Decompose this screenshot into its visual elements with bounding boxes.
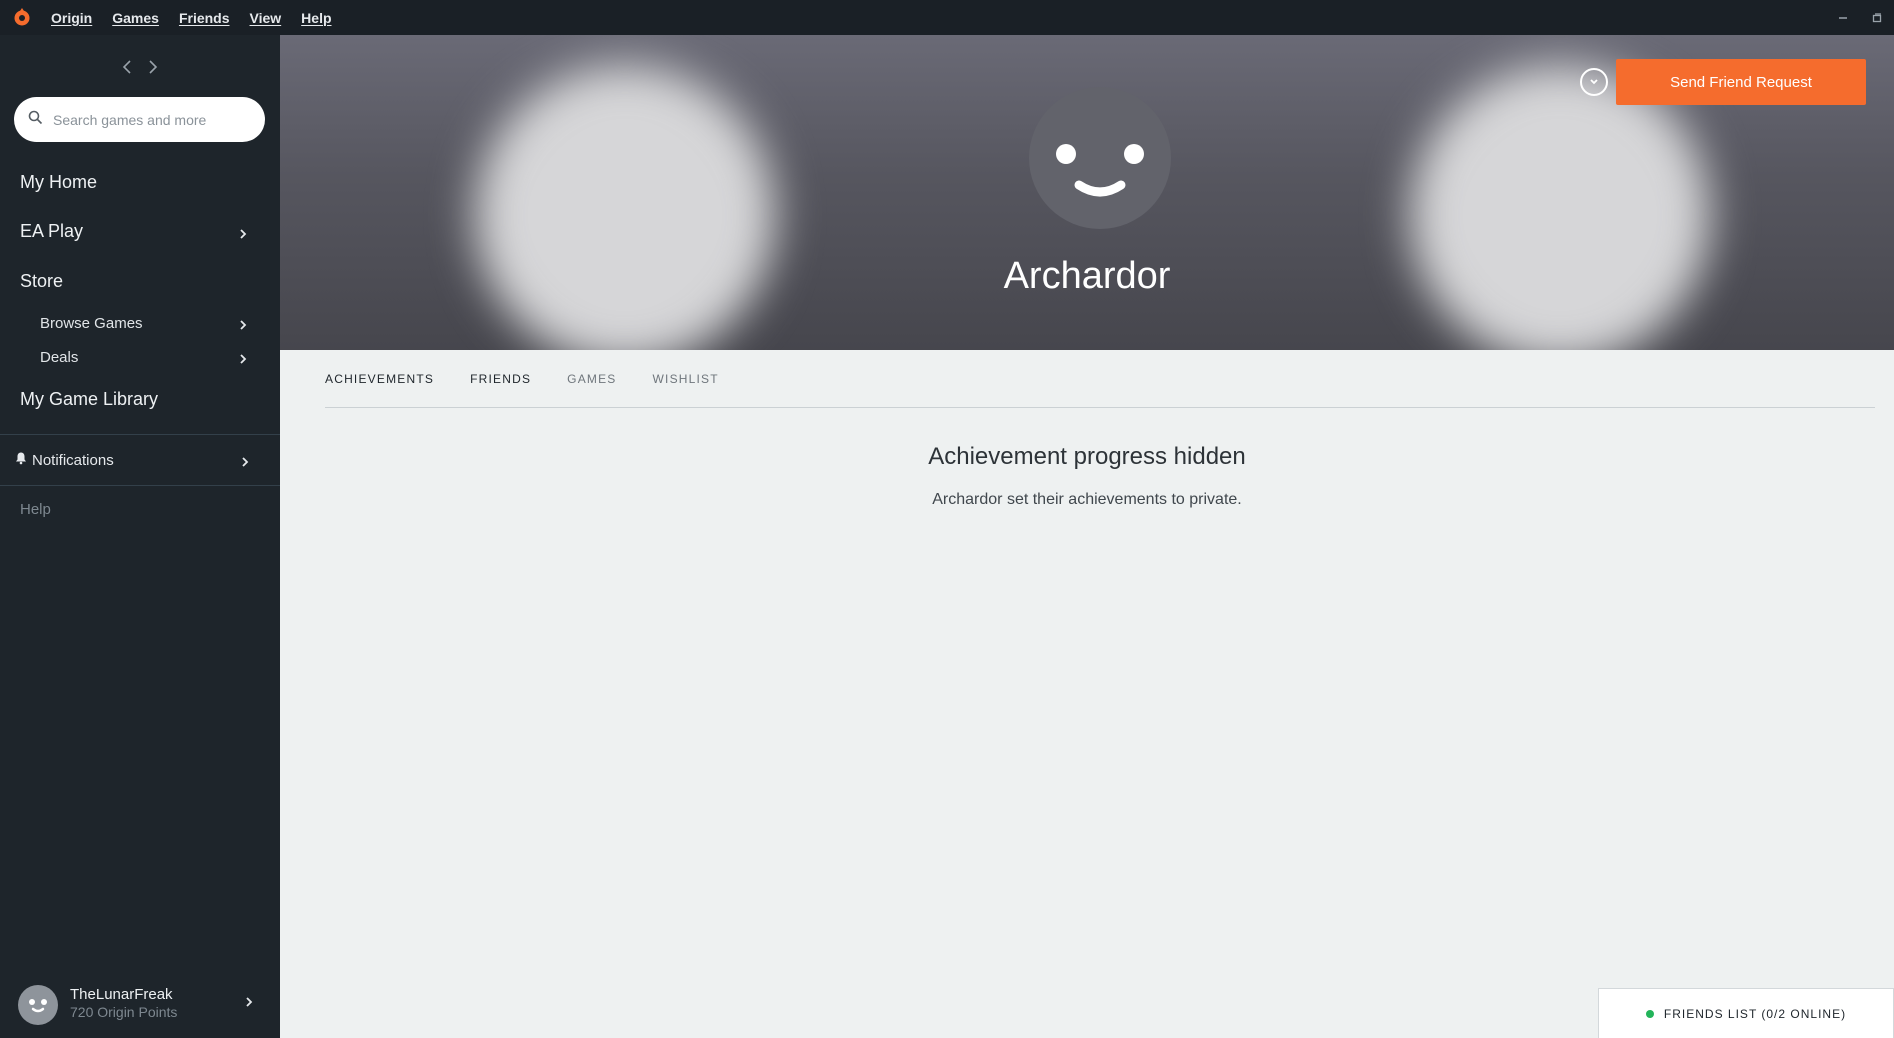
chevron-right-icon[interactable] <box>240 455 250 467</box>
avatar <box>18 985 58 1025</box>
menu-friends[interactable]: Friends <box>179 10 230 26</box>
bell-icon <box>14 451 28 469</box>
send-friend-request-button[interactable]: Send Friend Request <box>1616 59 1866 105</box>
user-name: TheLunarFreak <box>70 986 173 1003</box>
search-box[interactable] <box>14 97 265 142</box>
user-panel[interactable]: TheLunarFreak 720 Origin Points <box>18 978 278 1038</box>
back-arrow-icon[interactable] <box>120 55 134 79</box>
friends-list-button[interactable]: FRIENDS LIST (0/2 ONLINE) <box>1598 988 1894 1038</box>
tab-wishlist[interactable]: WISHLIST <box>653 364 719 407</box>
origin-logo-icon[interactable] <box>11 7 33 29</box>
tab-achievements[interactable]: ACHIEVEMENTS <box>325 364 434 407</box>
sidebar-item-ea-play[interactable]: EA Play <box>20 221 83 242</box>
menu-help[interactable]: Help <box>301 10 331 26</box>
friends-list-label: FRIENDS LIST (0/2 ONLINE) <box>1663 1006 1847 1021</box>
menu-games[interactable]: Games <box>112 10 159 26</box>
tab-friends[interactable]: FRIENDS <box>470 364 531 407</box>
chevron-right-icon[interactable] <box>238 352 248 364</box>
search-input[interactable] <box>53 111 243 128</box>
online-status-dot <box>1645 1009 1654 1018</box>
sidebar-item-deals[interactable]: Deals <box>40 349 78 366</box>
profile-options-button[interactable] <box>1580 68 1608 96</box>
sidebar-item-my-home[interactable]: My Home <box>20 172 97 193</box>
achievements-hidden-title: Achievement progress hidden <box>928 443 1246 470</box>
sidebar-item-help[interactable]: Help <box>20 501 51 518</box>
sidebar-divider <box>0 434 280 435</box>
menu-origin[interactable]: Origin <box>51 10 92 26</box>
sidebar-divider <box>0 485 280 486</box>
profile-name: Archardor <box>1003 255 1171 297</box>
sidebar: My Home EA Play Store Browse Games Deals… <box>0 35 280 1038</box>
user-points: 720 Origin Points <box>70 1004 178 1020</box>
sidebar-item-notifications[interactable]: Notifications <box>14 451 114 469</box>
sidebar-item-browse-games[interactable]: Browse Games <box>40 315 143 332</box>
chevron-right-icon[interactable] <box>238 318 248 330</box>
profile-tabs: ACHIEVEMENTS FRIENDS GAMES WISHLIST <box>325 364 1875 408</box>
tab-games[interactable]: GAMES <box>567 364 616 407</box>
chevron-right-icon[interactable] <box>238 227 248 239</box>
background-blur-right <box>1410 65 1710 350</box>
notifications-label: Notifications <box>32 451 114 469</box>
restore-icon[interactable] <box>1860 0 1894 35</box>
forward-arrow-icon[interactable] <box>146 55 160 79</box>
history-nav <box>0 55 280 79</box>
achievements-hidden-message: Archardor set their achievements to priv… <box>932 491 1242 508</box>
menu-view[interactable]: View <box>250 10 282 26</box>
background-blur-left <box>475 65 775 350</box>
window-controls <box>1826 0 1894 35</box>
chevron-down-icon <box>1590 79 1598 85</box>
minimize-icon[interactable] <box>1826 0 1860 35</box>
search-icon <box>28 110 43 130</box>
sidebar-item-store[interactable]: Store <box>20 271 63 292</box>
profile-avatar <box>1029 87 1171 229</box>
sidebar-item-my-game-library[interactable]: My Game Library <box>20 389 158 410</box>
menubar: Origin Games Friends View Help <box>0 0 1894 35</box>
chevron-right-icon[interactable] <box>244 995 254 1007</box>
profile-hero: Archardor Send Friend Request <box>280 35 1894 350</box>
